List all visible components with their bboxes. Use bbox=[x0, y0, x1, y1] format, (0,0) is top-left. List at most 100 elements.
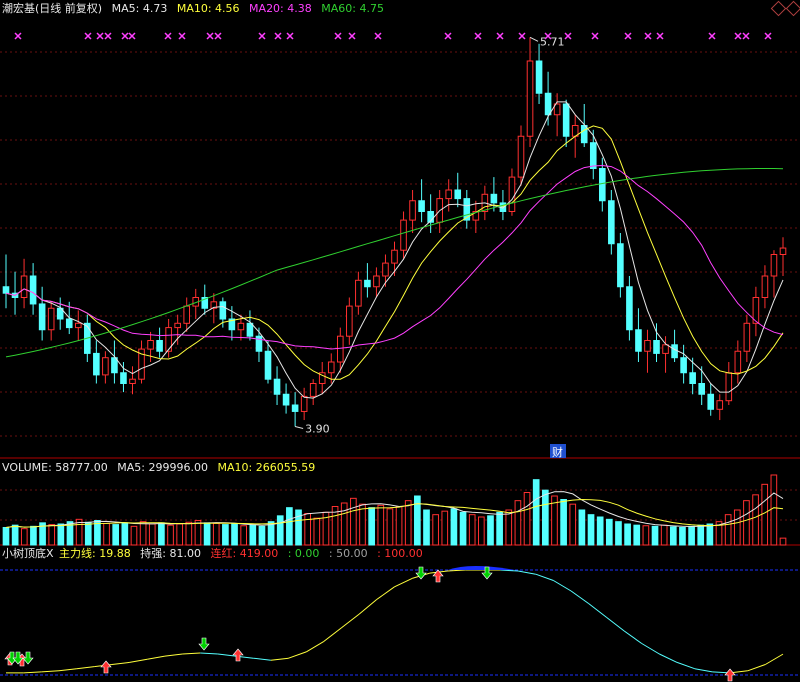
volume-bar bbox=[158, 522, 165, 546]
main-line-segment bbox=[676, 661, 695, 670]
candle-body bbox=[589, 142, 597, 169]
main-line-segment bbox=[270, 657, 289, 661]
volume-bar bbox=[587, 514, 595, 546]
ma20-legend: MA20: 4.38 bbox=[249, 2, 312, 15]
candle-body bbox=[526, 60, 534, 137]
price-legend: 潮宏基(日线 前复权) MA5: 4.73 MA10: 4.56 MA20: 4… bbox=[2, 2, 390, 16]
candle-body bbox=[102, 357, 109, 376]
volume-bar bbox=[48, 524, 56, 546]
cross-marker-icon bbox=[128, 32, 136, 40]
candle-body bbox=[779, 247, 787, 256]
volume-bar bbox=[779, 537, 787, 546]
main-line-segment bbox=[553, 580, 572, 592]
volume-bar bbox=[240, 525, 248, 546]
candle-body bbox=[599, 168, 606, 202]
volume-bar bbox=[761, 483, 769, 546]
streak-red-value: 419.00 bbox=[239, 547, 279, 560]
volume-bar bbox=[130, 525, 138, 546]
cross-marker-icon bbox=[104, 32, 112, 40]
candle-body bbox=[662, 344, 669, 354]
main-line-segment bbox=[376, 586, 395, 600]
candle-body bbox=[264, 350, 272, 380]
volume-bar bbox=[450, 508, 458, 546]
volume-bar bbox=[57, 523, 65, 546]
candle-body bbox=[508, 176, 516, 213]
hold-strong-value: 81.00 bbox=[169, 547, 201, 560]
main-line-segment bbox=[535, 573, 554, 581]
candle-body bbox=[608, 200, 615, 245]
volume-bar bbox=[185, 521, 193, 546]
candle-body bbox=[454, 189, 462, 200]
volume-bar bbox=[523, 492, 531, 546]
volume-bar bbox=[468, 514, 476, 546]
candle-body bbox=[770, 254, 778, 277]
candle-body bbox=[653, 340, 660, 354]
volume-bar bbox=[578, 509, 586, 546]
volume-ma10-value: 266055.59 bbox=[255, 461, 316, 474]
volume-bar bbox=[313, 517, 321, 546]
main-line-segment bbox=[305, 640, 325, 653]
main-line-segment bbox=[641, 643, 660, 655]
ma5-legend: MA5: 4.73 bbox=[112, 2, 168, 15]
candle-body bbox=[734, 350, 742, 374]
candle-body bbox=[400, 219, 407, 251]
volume-bar bbox=[496, 511, 503, 546]
ma5-label: MA5: bbox=[111, 2, 140, 15]
volume-bar bbox=[651, 525, 659, 546]
candle-body bbox=[761, 275, 769, 298]
candle-body bbox=[237, 322, 245, 331]
chart-canvas[interactable]: 5.71 3.90 财 bbox=[0, 0, 800, 682]
high-pointer bbox=[529, 36, 539, 42]
volume-bar bbox=[706, 523, 714, 546]
cross-marker-icon bbox=[274, 32, 282, 40]
candle-body bbox=[355, 279, 362, 307]
candle-body bbox=[725, 372, 733, 402]
ma60-label: MA60: bbox=[321, 2, 356, 15]
ma60-value: 4.75 bbox=[359, 2, 384, 15]
volume-bar bbox=[724, 514, 732, 546]
cross-marker-icon bbox=[374, 32, 382, 40]
candle-body bbox=[300, 395, 308, 412]
volume-bar bbox=[377, 504, 385, 546]
volume-bar bbox=[222, 524, 229, 546]
volume-bar bbox=[404, 500, 412, 546]
candle-body bbox=[65, 318, 73, 329]
volume-bar bbox=[203, 522, 211, 546]
volume-ma5-label: MA5: bbox=[117, 461, 146, 474]
candle-body bbox=[255, 335, 263, 352]
volume-bar bbox=[194, 520, 202, 546]
volume-bar bbox=[148, 523, 156, 546]
cross-marker-icon bbox=[121, 32, 129, 40]
volume-bar bbox=[423, 509, 430, 546]
main-line-segment bbox=[606, 616, 625, 632]
level-50: : 50.00 bbox=[328, 547, 368, 560]
volume-bar bbox=[569, 503, 577, 546]
main-line-segment bbox=[129, 658, 148, 663]
volume-bar bbox=[30, 525, 37, 546]
candle-body bbox=[689, 372, 696, 384]
volume-bar bbox=[541, 489, 549, 546]
buy-arrow-icon bbox=[232, 648, 244, 662]
volume-bar bbox=[386, 508, 394, 546]
volume-bar bbox=[743, 500, 750, 546]
candle-body bbox=[74, 322, 82, 329]
volume-bar bbox=[167, 524, 174, 546]
candle-body bbox=[346, 305, 353, 337]
volume-bar bbox=[212, 522, 220, 546]
volume-bar bbox=[258, 525, 266, 546]
candle-body bbox=[111, 357, 118, 374]
main-line-segment bbox=[341, 613, 360, 629]
main-line-segment bbox=[200, 652, 218, 655]
stock-chart[interactable]: 5.71 3.90 财 潮宏基(日线 前复权) MA5: 4.73 MA10: 4.… bbox=[0, 0, 800, 682]
cross-marker-icon bbox=[206, 32, 214, 40]
volume-bar bbox=[304, 513, 311, 546]
candle-body bbox=[2, 286, 10, 294]
volume-bar bbox=[770, 474, 778, 546]
main-line-segment bbox=[76, 666, 95, 670]
indicator-legend: 小树顶底X 主力线: 19.88 持强: 81.00 连红: 419.00 : … bbox=[2, 547, 429, 561]
main-line-segment bbox=[41, 670, 60, 673]
volume-bar bbox=[286, 507, 293, 546]
low-pointer bbox=[294, 426, 304, 429]
candle-body bbox=[129, 378, 136, 385]
main-line-segment bbox=[358, 599, 378, 615]
